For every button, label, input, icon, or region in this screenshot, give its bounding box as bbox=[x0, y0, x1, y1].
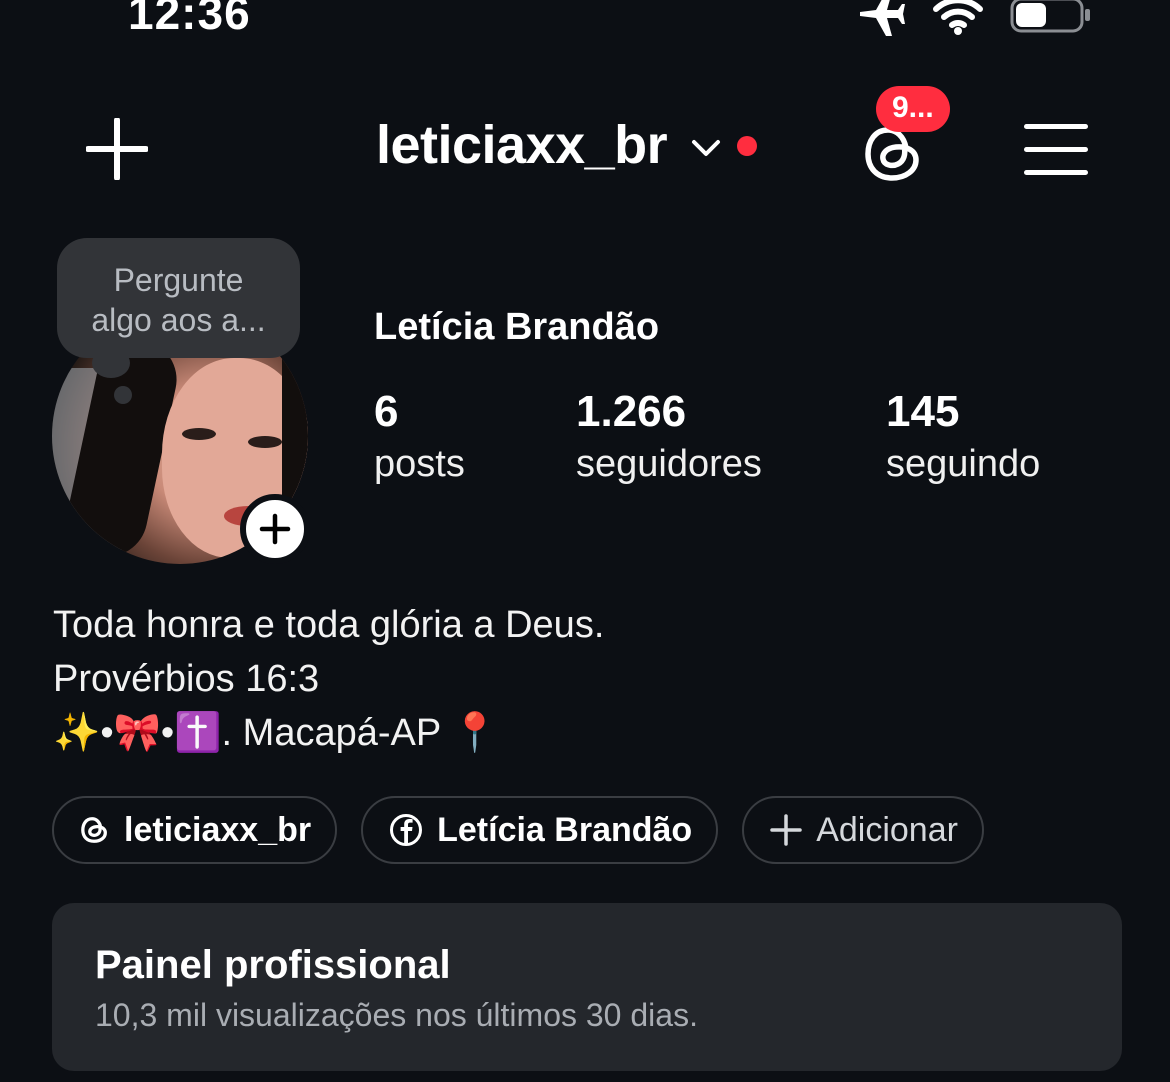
note-line-1: Pergunte bbox=[113, 262, 244, 298]
plus-icon bbox=[259, 513, 291, 545]
stat-label: seguindo bbox=[886, 443, 1041, 485]
stat-label: posts bbox=[374, 443, 465, 485]
bio-line-1: Toda honra e toda glória a Deus. bbox=[53, 604, 605, 646]
chip-label: Adicionar bbox=[816, 810, 958, 849]
stat-following[interactable]: 145 seguindo bbox=[886, 386, 1040, 490]
note-bubble-tail-small bbox=[114, 386, 132, 404]
profile-screen: 12:36 leticiaxx_br 9... Pergunte algo ao… bbox=[0, 0, 1170, 1082]
panel-subtitle: 10,3 mil visualizações nos últimos 30 di… bbox=[95, 997, 698, 1033]
stat-label: seguidores bbox=[576, 443, 762, 485]
bio-emojis: ✨•🎀•✝️. bbox=[53, 712, 243, 754]
wifi-icon bbox=[932, 0, 984, 35]
chevron-down-icon bbox=[692, 140, 721, 156]
unread-dot bbox=[737, 136, 758, 156]
status-icons bbox=[856, 0, 1092, 36]
facebook-link-chip[interactable]: Letícia Brandão bbox=[361, 796, 719, 864]
plus-icon bbox=[770, 814, 802, 846]
stat-value: 6 bbox=[374, 387, 399, 436]
threads-link-chip[interactable]: leticiaxx_br bbox=[52, 796, 338, 864]
bio: Toda honra e toda glória a Deus. Provérb… bbox=[53, 598, 604, 760]
panel-title: Painel profissional bbox=[95, 943, 451, 987]
stat-posts[interactable]: 6 posts bbox=[374, 386, 465, 490]
facebook-icon bbox=[390, 814, 423, 846]
chip-label: Letícia Brandão bbox=[437, 810, 693, 849]
professional-dashboard[interactable]: Painel profissional 10,3 mil visualizaçõ… bbox=[52, 903, 1122, 1071]
add-story-button[interactable] bbox=[240, 494, 310, 564]
stat-followers[interactable]: 1.266 seguidores bbox=[576, 386, 762, 490]
note-bubble[interactable]: Pergunte algo aos a... bbox=[57, 238, 300, 358]
profile-header: leticiaxx_br 9... bbox=[0, 86, 1170, 200]
profile-links: leticiaxx_br Letícia Brandão Adicionar bbox=[52, 796, 984, 864]
chip-label: leticiaxx_br bbox=[124, 810, 312, 849]
menu-button[interactable] bbox=[1024, 124, 1088, 176]
bio-line-2: Provérbios 16:3 bbox=[53, 658, 320, 700]
notification-badge: 9... bbox=[876, 86, 950, 132]
bio-location: Macapá-AP 📍 bbox=[242, 712, 499, 754]
add-link-chip[interactable]: Adicionar bbox=[742, 796, 984, 864]
create-new-button[interactable] bbox=[85, 117, 149, 181]
bio-line-3: ✨•🎀•✝️. Macapá-AP 📍 bbox=[53, 706, 604, 760]
note-line-2: algo aos a... bbox=[91, 302, 266, 338]
plus-icon bbox=[85, 117, 149, 181]
account-switcher[interactable]: leticiaxx_br bbox=[376, 114, 758, 176]
status-time: 12:36 bbox=[128, 0, 251, 39]
stat-value: 145 bbox=[886, 387, 960, 436]
menu-icon bbox=[1024, 124, 1088, 175]
header-username: leticiaxx_br bbox=[376, 115, 668, 175]
stat-value: 1.266 bbox=[576, 387, 687, 436]
battery-icon bbox=[1010, 0, 1092, 35]
airplane-icon bbox=[856, 0, 906, 36]
threads-icon bbox=[81, 817, 107, 843]
display-name: Letícia Brandão bbox=[374, 306, 660, 348]
